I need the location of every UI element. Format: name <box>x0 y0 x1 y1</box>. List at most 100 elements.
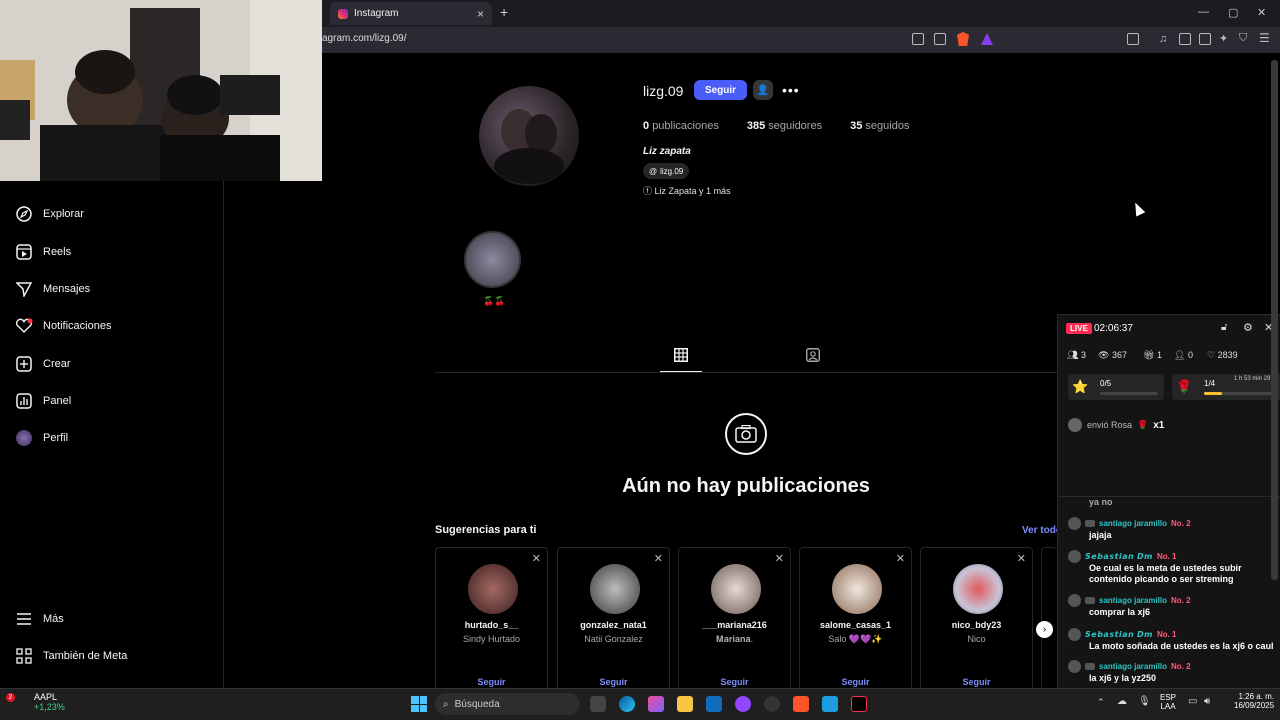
sidebar-toggle-icon[interactable] <box>1127 33 1139 45</box>
suggestion-card[interactable]: ✕ nico_bdy23 Nico Seguir <box>920 547 1033 693</box>
suggestion-card[interactable]: ✕ hurtado_s__ Sindy Hurtado Seguir <box>435 547 548 693</box>
profile-stats: 0 publicaciones 385 seguidores 35 seguid… <box>643 120 909 132</box>
app-icon-2[interactable] <box>822 696 838 712</box>
dismiss-icon[interactable]: ✕ <box>896 552 905 565</box>
sidebar-item-notificaciones[interactable]: Notificaciones <box>15 317 111 335</box>
tab-close-icon[interactable]: × <box>477 7 484 21</box>
tiktok-icon[interactable] <box>851 696 867 712</box>
volume-icon[interactable]: 🔊︎ <box>1204 696 1210 707</box>
linked-accounts-text: Liz Zapata y 1 más <box>654 186 731 196</box>
sidebar-item-reels[interactable]: Reels <box>15 243 71 261</box>
share-icon[interactable] <box>934 33 946 45</box>
media-icon[interactable]: ♫ <box>1159 33 1167 45</box>
microphone-icon[interactable]: 🎙︎ <box>1138 696 1151 707</box>
rose-icon: 🌹 <box>1176 379 1193 394</box>
language-indicator[interactable]: ESP LAA <box>1160 693 1176 711</box>
suggestion-avatar <box>590 564 640 614</box>
goal-card-1[interactable]: ⭐ 0/5 <box>1068 374 1164 400</box>
dismiss-icon[interactable]: ✕ <box>532 552 541 565</box>
see-all-link[interactable]: Ver todo <box>1022 525 1062 536</box>
app-icon[interactable] <box>735 696 751 712</box>
suggestion-name: Salo 💜💜✨ <box>828 634 883 644</box>
facebook-icon: ⓕ <box>643 186 653 196</box>
outlook-icon[interactable] <box>706 696 722 712</box>
task-view-icon[interactable] <box>590 696 606 712</box>
network-icon[interactable]: ▭ <box>1188 696 1197 707</box>
sidebar-item-label: Panel <box>43 395 72 407</box>
suggested-users-button[interactable]: 👤 <box>753 80 773 100</box>
sidebar-item-mas[interactable]: Más <box>15 610 64 628</box>
threads-badge[interactable]: @ lizg.09 <box>643 163 690 179</box>
goal-card-2[interactable]: 🌹 1/4 1 h 53 min 29 s <box>1172 374 1280 400</box>
next-suggestions-button[interactable]: › <box>1036 621 1053 638</box>
dismiss-icon[interactable]: ✕ <box>654 552 663 565</box>
star-goal-icon: ⭐ <box>1072 379 1089 394</box>
file-explorer-icon[interactable] <box>677 696 693 712</box>
brave-rewards-icon[interactable] <box>981 33 993 45</box>
sidebar-item-panel[interactable]: Panel <box>15 392 71 410</box>
story-highlight[interactable] <box>464 231 521 288</box>
browser-tab-instagram[interactable]: Instagram × <box>330 2 492 25</box>
copilot-icon[interactable] <box>648 696 664 712</box>
suggestion-follow-button[interactable]: Seguir <box>436 677 547 687</box>
suggestion-follow-button[interactable]: Seguir <box>679 677 790 687</box>
vpn-icon[interactable]: ⛉ <box>1239 32 1247 45</box>
more-options-button[interactable]: ••• <box>782 82 800 98</box>
profile-avatar[interactable] <box>479 86 579 186</box>
leo-ai-icon[interactable]: ✦ <box>1219 32 1228 45</box>
followers-count: 385 <box>746 120 766 132</box>
send-icon <box>15 280 33 298</box>
new-tab-button[interactable]: + <box>500 4 508 20</box>
close-window-button[interactable]: ✕ <box>1257 6 1266 19</box>
suggestion-follow-button[interactable]: Seguir <box>800 677 911 687</box>
goal-2-fill <box>1204 392 1222 395</box>
chat-message-text: ya no <box>1089 497 1113 507</box>
sidebar-item-explorar[interactable]: Explorar <box>15 205 84 223</box>
sidebar-item-perfil[interactable]: Perfil <box>15 429 68 447</box>
sidebar-item-mensajes[interactable]: Mensajes <box>15 280 90 298</box>
suggestion-card[interactable]: ✕ ___mariana216 𝐌𝐚𝐫𝐢𝐚𝐧𝐚. Seguir <box>678 547 791 693</box>
suggestion-card[interactable]: ✕ salome_casas_1 Salo 💜💜✨ Seguir <box>799 547 912 693</box>
suggestion-card[interactable]: ✕ gonzalez_nata1 Natii Gonzalez Seguir <box>557 547 670 693</box>
taskbar-clock[interactable]: 1:26 a. m. 16/09/2025 <box>1234 692 1274 710</box>
tab-posts[interactable] <box>660 348 702 372</box>
lock-icon[interactable]: 🔓︎ <box>1221 322 1227 333</box>
taskbar-search[interactable]: ⌕ Búsqueda <box>435 693 580 715</box>
highlight-label: 🍒🍒 <box>483 296 506 306</box>
reader-icon[interactable] <box>1179 33 1191 45</box>
url-field[interactable]: agram.com/lizg.09/ <box>322 33 406 44</box>
screen-cast-icon[interactable] <box>912 33 924 45</box>
follow-button[interactable]: Seguir <box>694 80 747 100</box>
obs-icon[interactable] <box>764 696 780 712</box>
gear-icon[interactable]: ⚙ <box>1243 321 1253 334</box>
following-stat[interactable]: 35 seguidos <box>850 120 909 132</box>
views-count: 367 <box>1111 350 1127 360</box>
linked-accounts[interactable]: ⓕ Liz Zapata y 1 más <box>643 184 731 197</box>
dismiss-icon[interactable]: ✕ <box>775 552 784 565</box>
menu-icon[interactable]: ☰ <box>1259 31 1270 45</box>
posts-stat: 0 publicaciones <box>643 120 719 132</box>
suggestion-follow-button[interactable]: Seguir <box>921 677 1032 687</box>
windows-start-icon[interactable] <box>411 696 427 712</box>
wallet-icon[interactable] <box>1199 33 1211 45</box>
dismiss-icon[interactable]: ✕ <box>1017 552 1026 565</box>
tray-chevron-icon[interactable]: ⌃ <box>1097 697 1105 708</box>
add-person-icon: 👤 <box>756 84 770 96</box>
minimize-button[interactable]: — <box>1198 6 1209 18</box>
cloud-icon[interactable]: ☁ <box>1117 696 1127 707</box>
edge-icon[interactable] <box>619 696 635 712</box>
sidebar-item-label: Reels <box>43 246 72 258</box>
tab-tagged[interactable] <box>792 348 834 372</box>
brave-shield-icon[interactable] <box>957 32 969 46</box>
sidebar-item-tambien-de-meta[interactable]: También de Meta <box>15 647 127 665</box>
stock-widget[interactable]: AAPL +1,23% <box>16 692 65 712</box>
brave-icon[interactable] <box>793 696 809 712</box>
gift-text: envió Rosa <box>1087 420 1133 430</box>
followers-stat[interactable]: 385 seguidores <box>747 120 822 132</box>
sidebar-item-crear[interactable]: Crear <box>15 355 71 373</box>
suggestion-follow-button[interactable]: Seguir <box>558 677 669 687</box>
page-scrollbar[interactable] <box>1271 60 1278 580</box>
bar-chart-icon <box>15 392 33 410</box>
maximize-button[interactable]: ▢ <box>1228 6 1238 19</box>
instagram-favicon-icon <box>338 8 348 19</box>
